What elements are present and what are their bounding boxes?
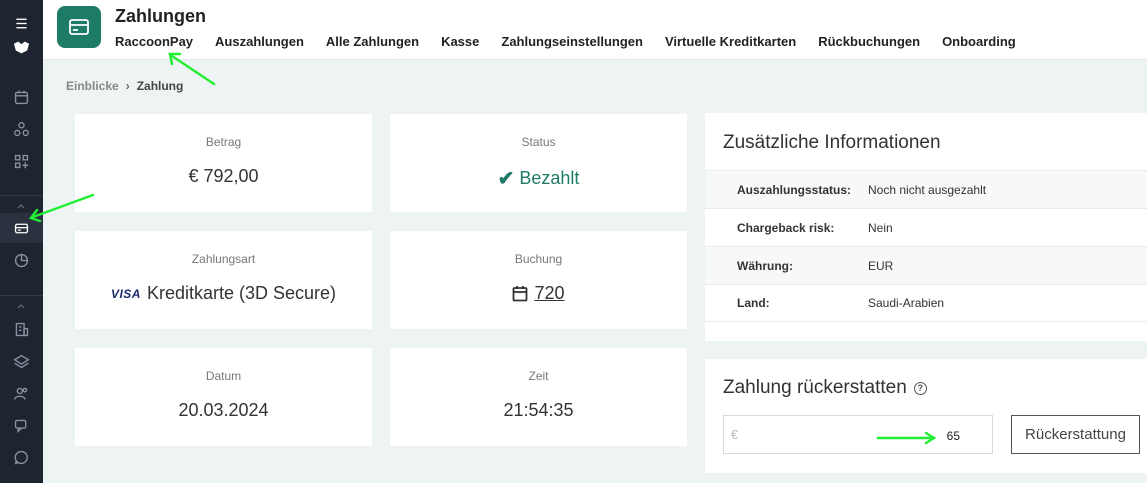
refund-amount-input[interactable]: € 65 bbox=[723, 415, 993, 454]
additional-info-panel: Zusätzliche Informationen Auszahlungssta… bbox=[705, 113, 1147, 341]
payments-icon bbox=[10, 217, 32, 239]
currency-symbol: € bbox=[731, 427, 739, 442]
info-value: Saudi-Arabien bbox=[868, 296, 945, 310]
visa-logo-icon: VISA bbox=[110, 286, 141, 301]
date-card: Datum 20.03.2024 bbox=[75, 348, 372, 446]
check-icon: ✔ bbox=[497, 168, 515, 190]
tab-rueckbuchungen[interactable]: Rückbuchungen bbox=[818, 34, 920, 49]
sidebar-divider bbox=[0, 295, 43, 296]
amount-card: Betrag € 792,00 bbox=[75, 114, 372, 212]
breadcrumb: Einblicke › Zahlung bbox=[66, 79, 183, 93]
status-label: Status bbox=[521, 135, 556, 149]
breadcrumb-current: Zahlung bbox=[136, 79, 184, 93]
breadcrumb-parent[interactable]: Einblicke bbox=[66, 79, 119, 93]
date-value: 20.03.2024 bbox=[178, 400, 269, 420]
info-row: Auszahlungsstatus: Noch nicht ausgezahlt bbox=[705, 170, 1147, 208]
booking-card: Buchung 720 bbox=[390, 231, 687, 329]
time-card: Zeit 21:54:35 bbox=[390, 348, 687, 446]
sidebar bbox=[0, 0, 43, 483]
status-value: Bezahlt bbox=[519, 168, 580, 188]
tab-onboarding[interactable]: Onboarding bbox=[942, 34, 1016, 49]
calendar-icon[interactable] bbox=[10, 86, 32, 108]
payment-method-card: Zahlungsart VISA Kreditkarte (3D Secure) bbox=[75, 231, 372, 329]
time-label: Zeit bbox=[528, 369, 549, 383]
raccoon-logo-icon[interactable] bbox=[10, 36, 32, 58]
tab-kasse[interactable]: Kasse bbox=[441, 34, 479, 49]
info-key: Währung: bbox=[737, 258, 793, 273]
info-key: Chargeback risk: bbox=[737, 220, 835, 235]
tab-auszahlungen[interactable]: Auszahlungen bbox=[215, 34, 304, 49]
info-row: Land: Saudi-Arabien bbox=[705, 284, 1147, 322]
sidebar-divider bbox=[0, 195, 43, 196]
credit-card-icon bbox=[57, 6, 101, 48]
shapes-icon[interactable] bbox=[10, 118, 32, 140]
time-value: 21:54:35 bbox=[503, 400, 574, 420]
calendar-icon bbox=[512, 285, 528, 302]
info-key: Land: bbox=[737, 296, 770, 310]
pie-chart-icon[interactable] bbox=[10, 249, 32, 271]
payment-method-value-wrap: VISA Kreditkarte (3D Secure) bbox=[75, 283, 372, 304]
users-icon[interactable] bbox=[10, 382, 32, 404]
tab-zahlungseinstellungen[interactable]: Zahlungseinstellungen bbox=[501, 34, 643, 49]
chevron-up-icon[interactable] bbox=[14, 299, 28, 309]
tab-virtuelle-kreditkarten[interactable]: Virtuelle Kreditkarten bbox=[665, 34, 796, 49]
date-label: Datum bbox=[205, 369, 242, 383]
layers-icon[interactable] bbox=[10, 350, 32, 372]
info-value: Nein bbox=[868, 220, 893, 235]
refund-panel: Zahlung rückerstatten ? € 65 Rückerstatt… bbox=[705, 359, 1147, 473]
refund-title: Zahlung rückerstatten bbox=[723, 377, 907, 398]
info-row: Chargeback risk: Nein bbox=[705, 208, 1147, 246]
header: Zahlungen RaccoonPay Auszahlungen Alle Z… bbox=[43, 0, 1147, 60]
booking-value-wrap: 720 bbox=[390, 283, 687, 304]
chevron-right-icon: › bbox=[125, 79, 130, 93]
info-key: Auszahlungsstatus: bbox=[737, 182, 852, 197]
grid-plus-icon[interactable] bbox=[10, 150, 32, 172]
payment-method-value: Kreditkarte (3D Secure) bbox=[146, 283, 337, 303]
info-row: Währung: EUR bbox=[705, 246, 1147, 284]
tab-raccoonpay[interactable]: RaccoonPay bbox=[115, 34, 193, 49]
booking-label: Buchung bbox=[514, 252, 563, 266]
booking-link[interactable]: 720 bbox=[534, 283, 564, 304]
info-value: Noch nicht ausgezahlt bbox=[868, 182, 987, 197]
amount-value: € 792,00 bbox=[188, 166, 259, 186]
sidebar-item-payments[interactable] bbox=[0, 213, 43, 243]
chat-icon[interactable] bbox=[10, 414, 32, 436]
help-bubble-icon[interactable] bbox=[10, 446, 32, 468]
tab-alle-zahlungen[interactable]: Alle Zahlungen bbox=[326, 34, 419, 49]
payment-method-label: Zahlungsart bbox=[191, 252, 256, 266]
help-icon[interactable]: ? bbox=[913, 381, 927, 395]
info-value: EUR bbox=[868, 258, 894, 273]
page-title: Zahlungen bbox=[115, 6, 206, 26]
refund-amount-value: 65 bbox=[946, 429, 960, 443]
tab-bar: RaccoonPay Auszahlungen Alle Zahlungen K… bbox=[115, 34, 1038, 49]
refund-title-wrap: Zahlung rückerstatten ? bbox=[723, 377, 927, 399]
status-value-wrap: ✔ Bezahlt bbox=[390, 166, 687, 191]
menu-icon[interactable] bbox=[10, 12, 32, 34]
amount-label: Betrag bbox=[205, 135, 242, 149]
refund-button[interactable]: Rückerstattung bbox=[1011, 415, 1140, 454]
chevron-up-icon[interactable] bbox=[14, 199, 28, 209]
additional-info-title: Zusätzliche Informationen bbox=[723, 132, 941, 153]
status-card: Status ✔ Bezahlt bbox=[390, 114, 687, 212]
building-icon[interactable] bbox=[10, 318, 32, 340]
